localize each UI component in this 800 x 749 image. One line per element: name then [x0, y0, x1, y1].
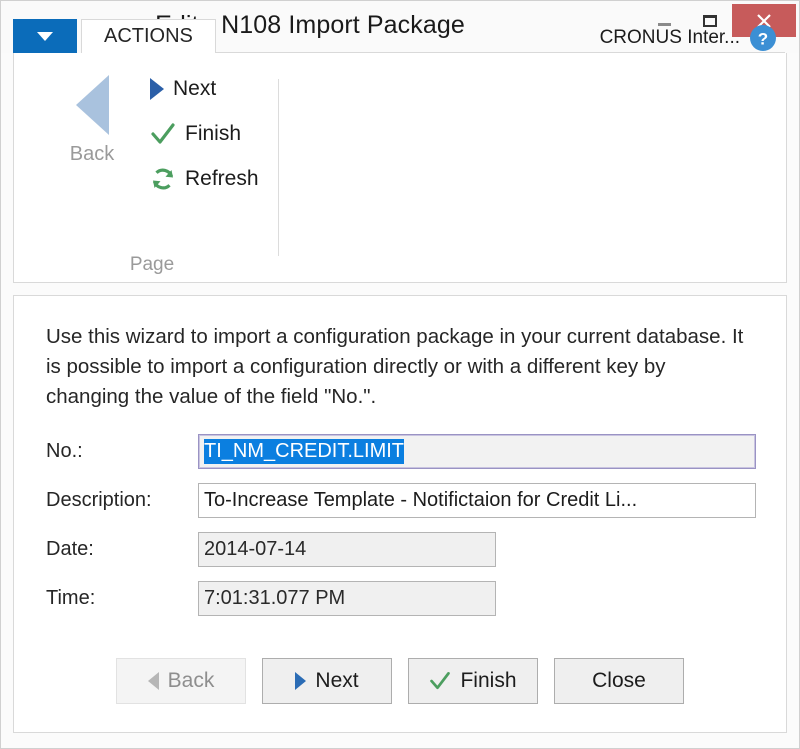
next-arrow-icon — [295, 672, 307, 690]
next-arrow-icon — [150, 77, 164, 100]
field-row-no: No.: TI_NM_CREDIT.LIMIT — [46, 434, 756, 469]
field-label-time: Time: — [46, 587, 96, 609]
finish-button[interactable]: Finish — [408, 658, 538, 704]
description-input[interactable]: To-Increase Template - Notifictaion for … — [198, 483, 756, 518]
ribbon-group-page: Back Next Finish Refresh Page — [26, 61, 279, 282]
field-label-description: Description: — [46, 489, 152, 511]
close-button-footer[interactable]: Close — [554, 658, 684, 704]
help-icon[interactable]: ? — [748, 23, 778, 53]
ribbon-back-button[interactable]: Back — [56, 75, 128, 166]
ribbon-group-label-page: Page — [129, 254, 175, 275]
application-menu-button[interactable] — [13, 19, 77, 53]
wizard-footer: Back Next Finish Close — [14, 658, 786, 704]
ribbon-content: Back Next Finish Refresh Page — [14, 53, 786, 282]
wizard-instructions: Use this wizard to import a configuratio… — [46, 325, 744, 408]
no-input[interactable]: TI_NM_CREDIT.LIMIT — [198, 434, 756, 469]
field-row-time: Time: 7:01:31.077 PM — [46, 581, 756, 616]
checkmark-icon — [430, 672, 451, 690]
tab-actions[interactable]: ACTIONS — [81, 19, 216, 53]
ribbon-refresh-label: Refresh — [185, 166, 259, 190]
company-name: CRONUS Inter... — [599, 27, 740, 48]
back-arrow-icon — [147, 672, 159, 690]
field-row-date: Date: 2014-07-14 — [46, 532, 756, 567]
ribbon-group-separator — [278, 79, 279, 256]
ribbon-back-label: Back — [69, 143, 115, 165]
company-area: CRONUS Inter... ? — [600, 23, 778, 53]
ribbon-finish-label: Finish — [185, 121, 242, 145]
back-button-label: Back — [167, 669, 215, 692]
finish-button-label: Finish — [460, 669, 517, 692]
wizard-content-pane: Use this wizard to import a configuratio… — [13, 295, 787, 733]
next-button-label: Next — [315, 669, 359, 692]
field-label-date: Date: — [46, 538, 94, 560]
field-label-no: No.: — [46, 440, 83, 462]
ribbon-next-label: Next — [173, 76, 217, 100]
edit-import-package-window: Edit - N108 Import Package ACTIONS CRONU… — [0, 0, 800, 749]
close-button-label: Close — [592, 669, 646, 692]
ribbon-next-button[interactable]: Next — [150, 73, 259, 104]
checkmark-icon — [151, 122, 175, 144]
date-input[interactable]: 2014-07-14 — [198, 532, 496, 567]
chevron-down-icon — [37, 31, 53, 41]
svg-text:?: ? — [758, 30, 768, 49]
refresh-icon — [152, 168, 174, 189]
ribbon-refresh-button[interactable]: Refresh — [150, 163, 259, 194]
time-input[interactable]: 7:01:31.077 PM — [198, 581, 496, 616]
field-row-description: Description: To-Increase Template - Noti… — [46, 483, 756, 518]
ribbon: ACTIONS CRONUS Inter... ? Back Next Fini… — [13, 19, 787, 283]
no-input-value: TI_NM_CREDIT.LIMIT — [204, 439, 405, 464]
back-arrow-icon — [75, 75, 109, 135]
ribbon-finish-button[interactable]: Finish — [150, 118, 259, 149]
back-button[interactable]: Back — [116, 658, 246, 704]
ribbon-small-buttons: Next Finish Refresh — [150, 73, 259, 208]
next-button[interactable]: Next — [262, 658, 392, 704]
